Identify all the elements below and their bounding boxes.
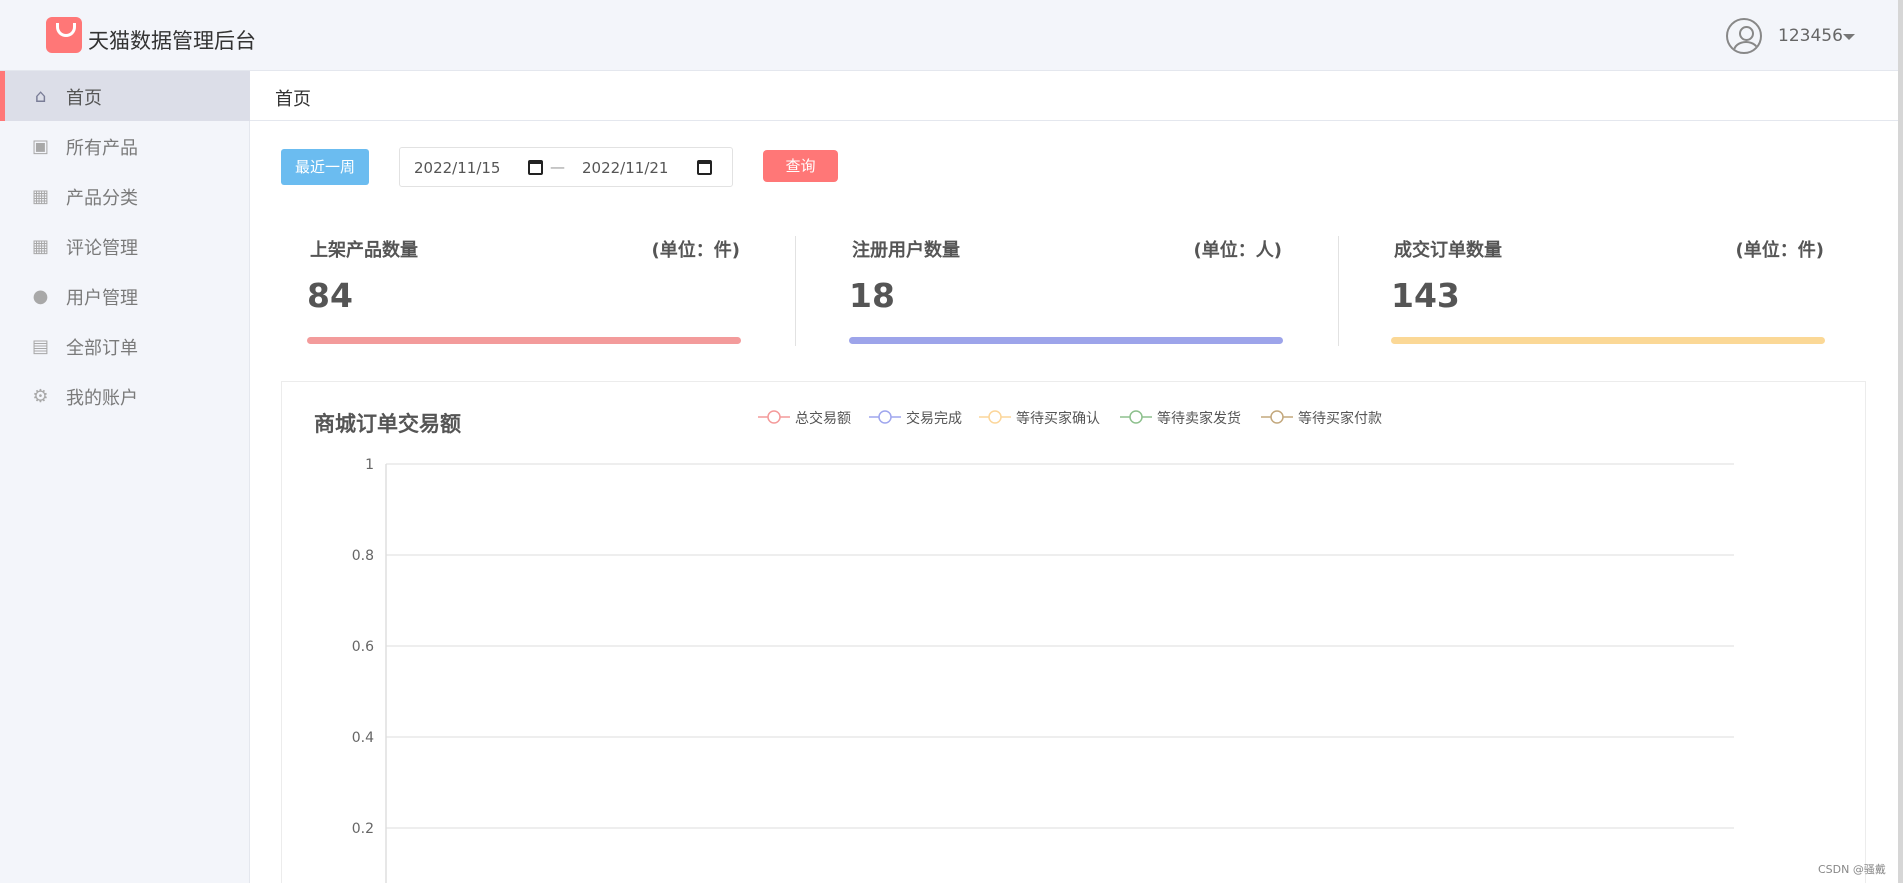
- sidebar-item-account[interactable]: ⚙ 我的账户: [0, 371, 250, 421]
- username-menu[interactable]: 123456: [1778, 26, 1843, 46]
- y-tick-label: 0.4: [352, 730, 374, 746]
- gear-icon: ⚙: [32, 386, 49, 407]
- y-tick-label: 0.6: [352, 639, 374, 655]
- sidebar-item-label: 评论管理: [66, 238, 138, 259]
- sidebar-item-comments[interactable]: ▦ 评论管理: [0, 221, 250, 271]
- sidebar-item-home[interactable]: ⌂ 首页: [0, 71, 250, 121]
- legend-marker: [869, 410, 901, 424]
- stat-value: 18: [849, 276, 895, 315]
- legend-marker: [979, 410, 1011, 424]
- legend-marker: [1120, 410, 1152, 424]
- date-range-picker: 2022/11/15 — 2022/11/21: [399, 147, 733, 187]
- stat-unit: (单位：人): [1193, 240, 1282, 261]
- clipboard-icon: ▤: [31, 336, 49, 357]
- stat-unit: (单位：件): [1735, 240, 1824, 261]
- top-header: 天猫数据管理后台 123456: [0, 0, 1903, 71]
- last-week-button[interactable]: 最近一周: [281, 149, 369, 185]
- legend-marker: [1261, 410, 1293, 424]
- sidebar-item-users[interactable]: ● 用户管理: [0, 271, 250, 321]
- sidebar-item-orders[interactable]: ▤ 全部订单: [0, 321, 250, 371]
- sidebar: ⌂ 首页 ▣ 所有产品 ▦ 产品分类 ▦ 评论管理 ● 用户管理 ▤ 全部订单 …: [0, 71, 250, 883]
- shopping-bag-icon: [46, 17, 82, 53]
- stat-bar: [307, 337, 741, 344]
- stat-title: 注册用户数量: [852, 240, 960, 261]
- stat-bar: [1391, 337, 1825, 344]
- user-circle-icon[interactable]: [1726, 18, 1762, 54]
- product-icon: ▣: [31, 136, 49, 157]
- sidebar-item-label: 全部订单: [66, 338, 138, 359]
- y-tick-label: 0.8: [352, 548, 374, 564]
- legend-label: 等待买家付款: [1298, 411, 1382, 427]
- legend-label: 总交易额: [795, 411, 851, 427]
- sidebar-item-label: 首页: [66, 88, 102, 109]
- y-tick-label: 0.2: [352, 821, 374, 837]
- stat-divider: [795, 236, 796, 346]
- user-icon: ●: [32, 286, 49, 307]
- category-icon: ▦: [31, 186, 49, 207]
- comment-icon: ▦: [31, 236, 49, 257]
- calendar-icon[interactable]: [697, 160, 712, 175]
- stat-value: 84: [307, 276, 353, 315]
- end-date-input[interactable]: 2022/11/21: [582, 159, 668, 177]
- sidebar-item-categories[interactable]: ▦ 产品分类: [0, 171, 250, 221]
- stat-card-orders: 成交订单数量 (单位：件) 143: [1391, 236, 1825, 346]
- stat-title: 上架产品数量: [310, 240, 418, 261]
- start-date-input[interactable]: 2022/11/15: [414, 159, 500, 177]
- stat-bar: [849, 337, 1283, 344]
- sidebar-item-label: 所有产品: [66, 138, 138, 159]
- y-tick-label: 1: [365, 457, 374, 473]
- app-title: 天猫数据管理后台: [88, 29, 256, 53]
- stat-divider: [1338, 236, 1339, 346]
- vertical-scrollbar[interactable]: [1898, 0, 1903, 883]
- sidebar-item-products[interactable]: ▣ 所有产品: [0, 121, 250, 171]
- stat-value: 143: [1391, 276, 1460, 315]
- calendar-icon[interactable]: [528, 160, 543, 175]
- stat-card-users: 注册用户数量 (单位：人) 18: [849, 236, 1283, 346]
- sidebar-item-label: 我的账户: [66, 388, 138, 409]
- chart-title: 商城订单交易额: [314, 412, 461, 436]
- chart-panel: 1 0.8 0.6 0.4 0.2 商城订单交易额 总交易额 交易完成 等待买家确认 等待卖家…: [281, 381, 1866, 883]
- date-separator: —: [550, 158, 565, 176]
- stat-card-products: 上架产品数量 (单位：件) 84: [307, 236, 741, 346]
- legend-marker: [758, 410, 790, 424]
- stat-unit: (单位：件): [651, 240, 740, 261]
- main-content: 首页 最近一周 2022/11/15 — 2022/11/21 查询 上架产品数…: [250, 71, 1898, 883]
- chevron-down-icon[interactable]: [1843, 34, 1855, 40]
- breadcrumb-current: 首页: [275, 89, 311, 110]
- legend-label: 等待卖家发货: [1157, 411, 1241, 427]
- breadcrumb: 首页: [250, 71, 1898, 121]
- line-chart: 1 0.8 0.6 0.4 0.2: [352, 457, 1734, 883]
- home-icon: ⌂: [34, 86, 47, 107]
- sidebar-item-label: 用户管理: [66, 288, 138, 309]
- legend-label: 交易完成: [906, 411, 962, 427]
- legend-label: 等待买家确认: [1016, 411, 1100, 427]
- stat-title: 成交订单数量: [1394, 240, 1502, 261]
- sidebar-item-label: 产品分类: [66, 188, 138, 209]
- watermark: CSDN @骚戴: [1818, 863, 1886, 876]
- query-button[interactable]: 查询: [763, 150, 838, 182]
